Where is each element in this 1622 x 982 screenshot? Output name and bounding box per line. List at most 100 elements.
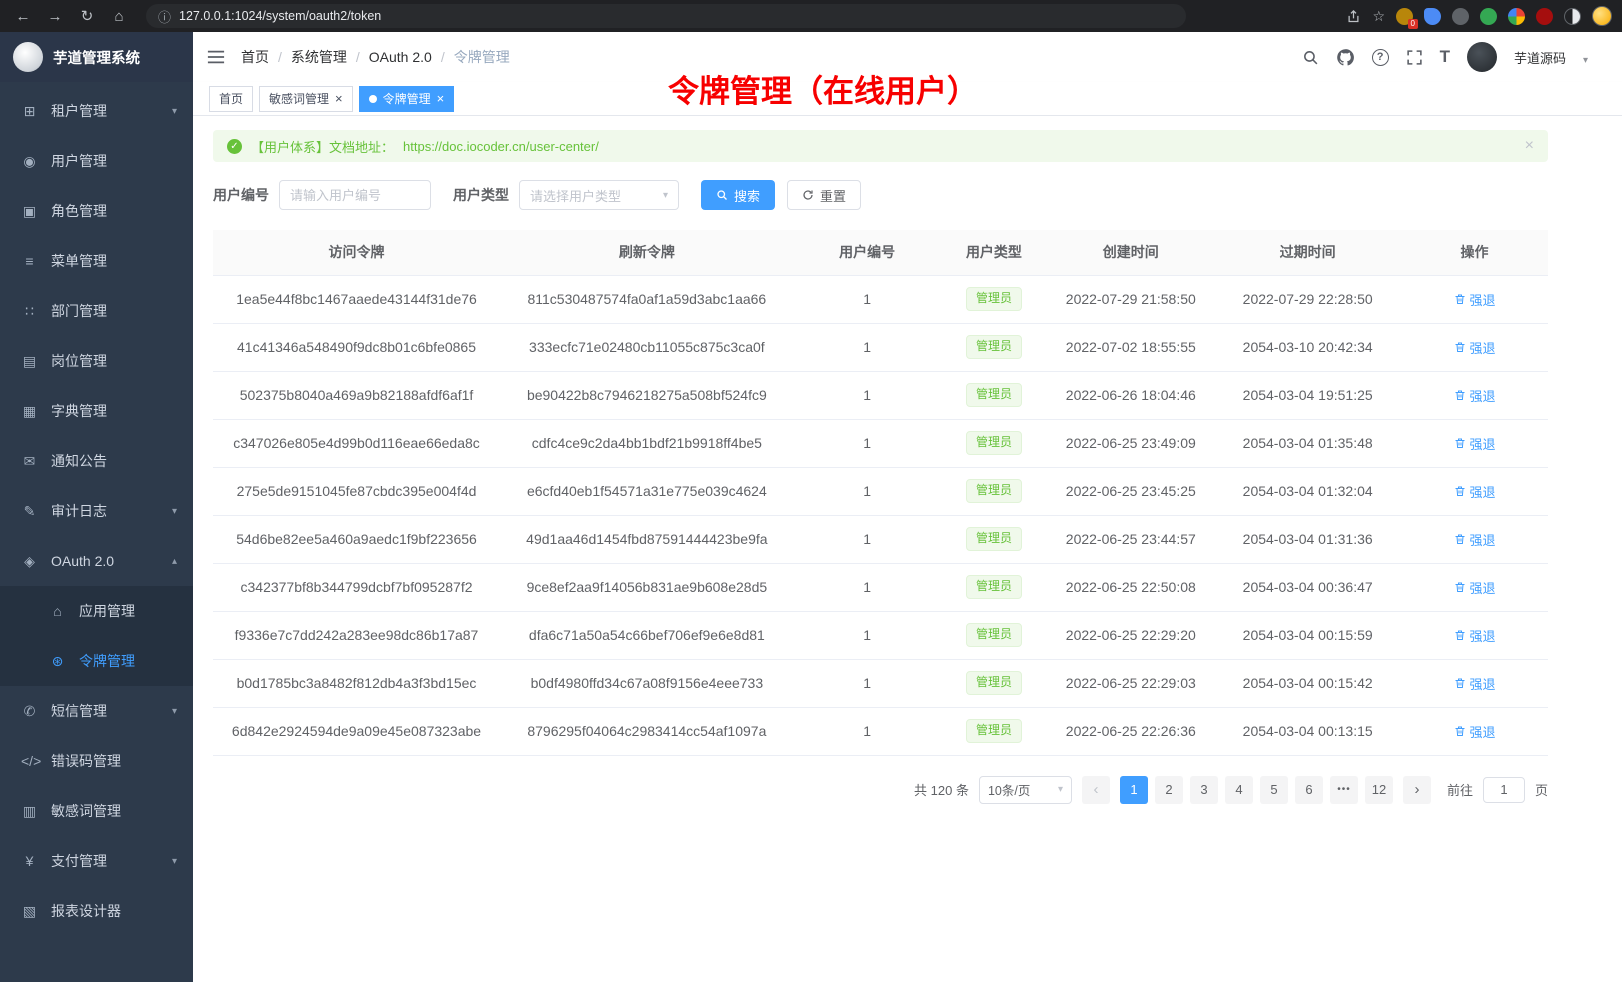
force-logout-button[interactable]: 强退 bbox=[1454, 578, 1496, 597]
sidebar-item-dict[interactable]: ▦ 字典管理 bbox=[0, 386, 193, 436]
sidebar-item-sms[interactable]: ✆ 短信管理 ▾ bbox=[0, 686, 193, 736]
sidebar-item-label: 短信管理 bbox=[51, 701, 172, 721]
alert-close-icon[interactable]: × bbox=[1525, 137, 1534, 155]
page-number-button[interactable]: 12 bbox=[1365, 776, 1393, 804]
site-info-icon[interactable]: ⓘ bbox=[158, 7, 171, 26]
user-name[interactable]: 芋道源码 bbox=[1514, 48, 1566, 67]
sidebar-item-notice[interactable]: ✉ 通知公告 bbox=[0, 436, 193, 486]
browser-forward-button[interactable]: → bbox=[42, 3, 68, 29]
access-token-cell: b0d1785bc3a8482f812db4a3f3bd15ec bbox=[213, 659, 500, 707]
user-id-cell: 1 bbox=[794, 371, 941, 419]
browser-home-button[interactable]: ⌂ bbox=[106, 3, 132, 29]
font-size-icon[interactable]: T bbox=[1440, 47, 1450, 67]
doc-alert: ✓ 【用户体系】文档地址： https://doc.iocoder.cn/use… bbox=[213, 130, 1548, 162]
user-avatar[interactable] bbox=[1467, 42, 1497, 72]
page-number-button[interactable]: 4 bbox=[1225, 776, 1253, 804]
extension-icon-dark[interactable] bbox=[1452, 8, 1469, 25]
extension-icon-contrast[interactable] bbox=[1564, 8, 1581, 25]
sidebar-fold-icon[interactable] bbox=[207, 49, 225, 65]
next-page-button[interactable]: › bbox=[1403, 776, 1431, 804]
browser-profile-avatar[interactable] bbox=[1592, 6, 1612, 26]
sidebar-item-sensitive-word[interactable]: ▥ 敏感词管理 bbox=[0, 786, 193, 836]
sidebar-item-payment[interactable]: ¥ 支付管理 ▾ bbox=[0, 836, 193, 886]
breadcrumb-system[interactable]: 系统管理 bbox=[269, 47, 347, 67]
sidebar-item-error-code[interactable]: </> 错误码管理 bbox=[0, 736, 193, 786]
browser-reload-button[interactable]: ↻ bbox=[74, 3, 100, 29]
sidebar-item-label: 支付管理 bbox=[51, 851, 172, 871]
page-number-button[interactable]: 2 bbox=[1155, 776, 1183, 804]
fullscreen-icon[interactable] bbox=[1406, 49, 1423, 66]
sidebar-item-oauth2-token[interactable]: ⊛ 令牌管理 bbox=[0, 636, 193, 686]
force-logout-button[interactable]: 强退 bbox=[1454, 722, 1496, 741]
user-menu-caret-icon[interactable]: ▾ bbox=[1583, 55, 1588, 66]
sidebar-item-role[interactable]: ▣ 角色管理 bbox=[0, 186, 193, 236]
user-type-cell: 管理员 bbox=[941, 419, 1048, 467]
prev-page-button[interactable]: ‹ bbox=[1082, 776, 1110, 804]
audit-log-icon: ✎ bbox=[21, 503, 38, 520]
sidebar-item-report-designer[interactable]: ▧ 报表设计器 bbox=[0, 886, 193, 936]
sidebar-item-menu[interactable]: ≡ 菜单管理 bbox=[0, 236, 193, 286]
bookmark-star-icon[interactable]: ☆ bbox=[1372, 8, 1385, 25]
action-cell: 强退 bbox=[1401, 611, 1548, 659]
breadcrumb-oauth2[interactable]: OAuth 2.0 bbox=[347, 49, 432, 65]
force-logout-button[interactable]: 强退 bbox=[1454, 674, 1496, 693]
sidebar-item-tenant[interactable]: ⊞ 租户管理 ▾ bbox=[0, 86, 193, 136]
close-icon[interactable]: × bbox=[335, 92, 343, 105]
user-id-input[interactable] bbox=[279, 180, 431, 210]
search-button[interactable]: 搜索 bbox=[701, 180, 775, 210]
refresh-token-cell: be90422b8c7946218275a508bf524fc9 bbox=[500, 371, 794, 419]
extension-icon-blocker[interactable]: 0 bbox=[1396, 8, 1413, 25]
app-logo-row[interactable]: 芋道管理系统 bbox=[0, 32, 193, 82]
sidebar-item-label: 字典管理 bbox=[51, 401, 183, 421]
breadcrumb-home[interactable]: 首页 bbox=[241, 47, 269, 67]
force-logout-button[interactable]: 强退 bbox=[1454, 482, 1496, 501]
create-time-cell: 2022-06-26 18:04:46 bbox=[1047, 371, 1214, 419]
goto-page-input[interactable] bbox=[1483, 777, 1525, 803]
col-user-type: 用户类型 bbox=[941, 230, 1048, 275]
expire-time-cell: 2054-03-04 00:15:42 bbox=[1214, 659, 1401, 707]
page-number-button[interactable]: 1 bbox=[1120, 776, 1148, 804]
page-number-button[interactable]: 6 bbox=[1295, 776, 1323, 804]
extension-icon-red[interactable] bbox=[1536, 8, 1553, 25]
expire-time-cell: 2054-03-10 20:42:34 bbox=[1214, 323, 1401, 371]
github-icon[interactable] bbox=[1336, 48, 1355, 67]
page-number-button[interactable]: 3 bbox=[1190, 776, 1218, 804]
force-logout-button[interactable]: 强退 bbox=[1454, 290, 1496, 309]
page-number-button[interactable]: ••• bbox=[1330, 776, 1358, 804]
force-logout-label: 强退 bbox=[1470, 386, 1496, 405]
user-id-cell: 1 bbox=[794, 467, 941, 515]
create-time-cell: 2022-06-25 22:29:20 bbox=[1047, 611, 1214, 659]
sidebar-item-audit-log[interactable]: ✎ 审计日志 ▾ bbox=[0, 486, 193, 536]
force-logout-button[interactable]: 强退 bbox=[1454, 626, 1496, 645]
sidebar-item-dept[interactable]: ∷ 部门管理 bbox=[0, 286, 193, 336]
reset-button[interactable]: 重置 bbox=[787, 180, 861, 210]
tab-home[interactable]: 首页 bbox=[209, 86, 253, 112]
tab-sensitive-word[interactable]: 敏感词管理 × bbox=[259, 86, 353, 112]
share-icon[interactable] bbox=[1346, 9, 1361, 24]
doc-link[interactable]: https://doc.iocoder.cn/user-center/ bbox=[403, 139, 599, 154]
browser-back-button[interactable]: ← bbox=[10, 3, 36, 29]
extension-icon-green[interactable] bbox=[1480, 8, 1497, 25]
sidebar-item-oauth2-app[interactable]: ⌂ 应用管理 bbox=[0, 586, 193, 636]
sidebar-item-post[interactable]: ▤ 岗位管理 bbox=[0, 336, 193, 386]
page-size-select[interactable]: 10条/页 ▾ bbox=[979, 776, 1072, 804]
close-icon[interactable]: × bbox=[437, 92, 445, 105]
force-logout-button[interactable]: 强退 bbox=[1454, 434, 1496, 453]
force-logout-button[interactable]: 强退 bbox=[1454, 386, 1496, 405]
sidebar-item-oauth2[interactable]: ◈ OAuth 2.0 ▴ bbox=[0, 536, 193, 586]
search-icon[interactable] bbox=[1302, 49, 1319, 66]
user-type-badge: 管理员 bbox=[966, 431, 1022, 455]
help-icon[interactable]: ? bbox=[1372, 49, 1389, 66]
tab-token-manage[interactable]: 令牌管理 × bbox=[359, 86, 455, 112]
table-row: b0d1785bc3a8482f812db4a3f3bd15ec b0df498… bbox=[213, 659, 1548, 707]
page-number-button[interactable]: 5 bbox=[1260, 776, 1288, 804]
table-row: 502375b8040a469a9b82188afdf6af1f be90422… bbox=[213, 371, 1548, 419]
force-logout-button[interactable]: 强退 bbox=[1454, 530, 1496, 549]
extension-icon-pinwheel[interactable] bbox=[1508, 8, 1525, 25]
address-bar[interactable]: ⓘ 127.0.0.1:1024/system/oauth2/token bbox=[146, 4, 1186, 28]
user-type-select[interactable]: 请选择用户类型 ▾ bbox=[519, 180, 679, 210]
sidebar-item-user[interactable]: ◉ 用户管理 bbox=[0, 136, 193, 186]
force-logout-button[interactable]: 强退 bbox=[1454, 338, 1496, 357]
extension-icon-drop[interactable] bbox=[1424, 8, 1441, 25]
sidebar-item-label: 应用管理 bbox=[79, 601, 183, 621]
